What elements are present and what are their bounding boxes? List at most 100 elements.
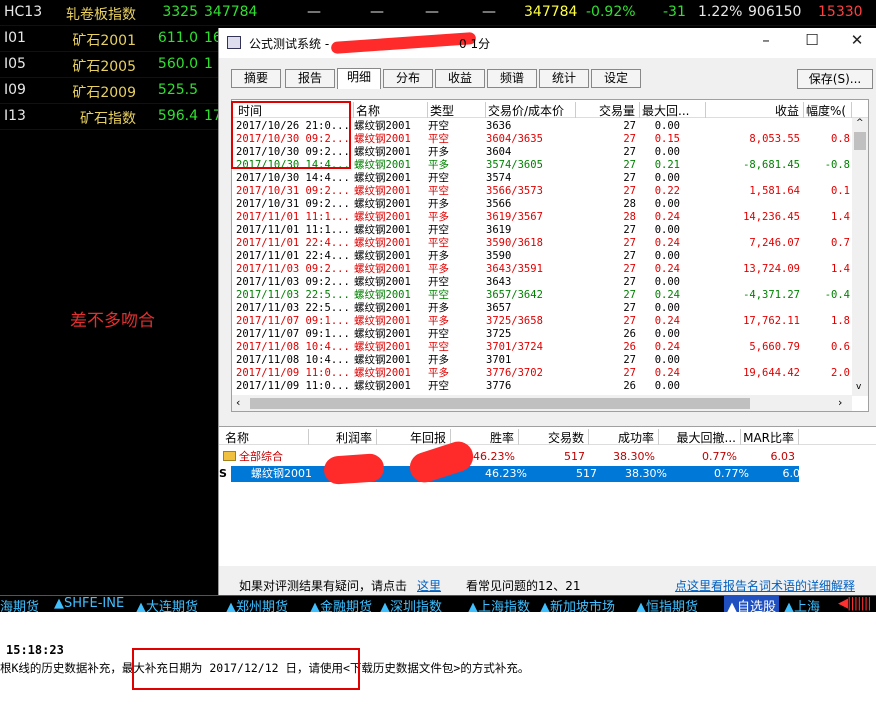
cell-r: 1,581.64 — [749, 185, 800, 197]
table-row[interactable]: 2017/11/08 10:4... 螺纹钢2001 开多 3701 27 0.00 — [232, 354, 868, 367]
cell-q: 27 — [623, 159, 636, 171]
scroll-left-icon[interactable]: ‹ — [236, 396, 240, 409]
cell-n: 螺纹钢2001 — [354, 380, 411, 392]
tab-2[interactable]: 明细 — [337, 68, 381, 89]
ticker-cell: — — [425, 4, 439, 20]
faq-text: 看常见问题的12、21 — [466, 579, 581, 593]
cell-p: 3566/3573 — [486, 185, 543, 197]
cell-t: 2017/10/30 14:4... — [236, 172, 350, 184]
tab-4[interactable]: 收益 — [435, 69, 485, 88]
table-row[interactable]: 2017/11/01 11:1... 螺纹钢2001 开空 3619 27 0.00 — [232, 224, 868, 237]
detail-col-header[interactable]: 最大回... — [640, 102, 706, 118]
scroll-right-icon[interactable]: › — [838, 396, 842, 409]
cell-q: 26 — [623, 341, 636, 353]
redaction-mark — [330, 31, 477, 55]
title-bar[interactable]: 公式测试系统 - 0 1分 – ☐ ✕ — [219, 28, 876, 58]
cell-k: 开多 — [428, 198, 449, 210]
cell-k: 平空 — [428, 185, 449, 197]
table-row[interactable]: 2017/10/31 09:2... 螺纹钢2001 平空 3566/3573 27 0.… — [232, 185, 868, 198]
table-row[interactable]: 2017/11/01 22:4... 螺纹钢2001 开多 3590 27 0.00 — [232, 250, 868, 263]
ticker-cell: 906150 — [748, 4, 802, 20]
summary-col-header[interactable]: 交易数 — [519, 429, 589, 445]
cell-n: 螺纹钢2001 — [354, 237, 411, 249]
cell-q: 27 — [623, 185, 636, 197]
cell-f: 0.1 — [831, 185, 850, 197]
summary-col-header[interactable]: 利润率 — [309, 429, 377, 445]
close-icon[interactable]: ✕ — [842, 31, 872, 53]
table-row[interactable]: 2017/11/09 11:0... 螺纹钢2001 开空 3776 26 0.00 — [232, 380, 868, 393]
summary-col-header[interactable]: 名称 — [223, 429, 309, 445]
cell-p: 3701/3724 — [486, 341, 543, 353]
table-row[interactable]: 2017/11/03 22:5... 螺纹钢2001 平空 3657/3642 27 0.… — [232, 289, 868, 302]
ticker-cell: 1.22% — [698, 4, 743, 20]
more-icon[interactable]: ◀||||||| — [838, 596, 872, 611]
summary-col-header[interactable]: 最大回撤... — [659, 429, 741, 445]
table-row[interactable]: 2017/11/03 09:2... 螺纹钢2001 平多 3643/3591 27 0.… — [232, 263, 868, 276]
tab-6[interactable]: 统计 — [539, 69, 589, 88]
table-row[interactable]: 2017/11/03 22:5... 螺纹钢2001 开多 3657 27 0.00 — [232, 302, 868, 315]
scroll-up-icon[interactable]: ^ — [856, 118, 864, 128]
cell-q: 28 — [623, 211, 636, 223]
cell-q: 26 — [623, 328, 636, 340]
summary-col-header[interactable]: 成功率 — [589, 429, 659, 445]
table-row[interactable]: 2017/11/07 09:1... 螺纹钢2001 平多 3725/3658 27 0.… — [232, 315, 868, 328]
table-row[interactable]: 2017/11/09 11:0... 螺纹钢2001 平多 3776/3702 27 0.… — [232, 367, 868, 380]
cell-k: 平空 — [428, 341, 449, 353]
minimize-icon[interactable]: – — [751, 31, 781, 53]
table-row[interactable]: 2017/10/31 09:2... 螺纹钢2001 开多 3566 28 0.00 — [232, 198, 868, 211]
table-row[interactable]: 2017/11/07 09:1... 螺纹钢2001 开空 3725 26 0.00 — [232, 328, 868, 341]
market-tab[interactable]: ▲SHFE-INE — [54, 596, 124, 611]
ticker-cell: 347784 — [524, 4, 578, 20]
cell-t: 2017/11/01 22:4... — [236, 250, 350, 262]
cell-t: 2017/11/09 11:0... — [236, 380, 350, 392]
detail-col-header[interactable]: 交易量 — [576, 102, 640, 118]
tab-0[interactable]: 摘要 — [231, 69, 281, 88]
cell-k: 平空 — [428, 237, 449, 249]
ticker-row[interactable]: HC13 轧卷板指数 3325 347784 — — — — 347784 -0.92% -31 1.… — [0, 0, 876, 26]
cell-k: 开空 — [428, 172, 449, 184]
detail-col-header[interactable]: 收益 — [706, 102, 804, 118]
cell-q: 27 — [623, 289, 636, 301]
summary-col-header[interactable]: 年回报 — [377, 429, 451, 445]
cell-f: 2.0 — [831, 367, 850, 379]
cell-p: 3657/3642 — [486, 289, 543, 301]
table-row[interactable]: 2017/11/03 09:2... 螺纹钢2001 开空 3643 27 0.00 — [232, 276, 868, 289]
vertical-scrollbar[interactable]: ^ v — [852, 118, 868, 396]
maximize-icon[interactable]: ☐ — [797, 31, 827, 53]
save-button[interactable]: 保存(S)... — [797, 69, 873, 89]
scroll-down-icon[interactable]: v — [856, 382, 861, 392]
cell-t: 2017/11/08 10:4... — [236, 341, 350, 353]
tab-3[interactable]: 分布 — [383, 69, 433, 88]
cell-m: 0.24 — [654, 315, 680, 327]
tab-1[interactable]: 报告 — [285, 69, 335, 88]
tab-5[interactable]: 频谱 — [487, 69, 537, 88]
table-row[interactable]: 2017/11/01 22:4... 螺纹钢2001 平空 3590/3618 27 0.… — [232, 237, 868, 250]
tab-7[interactable]: 设定 — [591, 69, 641, 88]
ticker-code: I09 — [4, 82, 26, 98]
cell-m: 0.22 — [654, 185, 680, 197]
table-row[interactable]: 2017/10/30 14:4... 螺纹钢2001 开空 3574 27 0.00 — [232, 172, 868, 185]
detail-col-header[interactable]: 幅度%( — [804, 102, 852, 118]
ticker-name: 矿石2001 — [72, 33, 136, 49]
summary-row[interactable]: 全部综合 46.23% 517 38.30% 0.77% 6.03 — [219, 449, 799, 465]
redaction-mark — [323, 452, 385, 486]
summary-list[interactable]: 名称 利润率 年回报 胜率 交易数 成功率 最大回撤... MAR比率 全部综合 46.23% 5… — [219, 426, 876, 566]
cell-q: 27 — [623, 224, 636, 236]
cell-k: 开多 — [428, 354, 449, 366]
summary-col-header[interactable]: MAR比率 — [741, 429, 799, 445]
summary-row[interactable]: S 螺纹钢2001 46.23% 517 38.30% 0.77% 6.03 — [219, 466, 807, 482]
window-title: 公式测试系统 - — [249, 37, 330, 51]
detail-col-header[interactable]: 名称 — [354, 102, 428, 118]
detail-col-header[interactable]: 类型 — [428, 102, 486, 118]
cell-t: 2017/11/01 11:1... — [236, 211, 350, 223]
glossary-link[interactable]: 点这里看报告名词术语的详细解释 — [675, 577, 855, 594]
cell-p: 3604/3635 — [486, 133, 543, 145]
cell-p: 3590/3618 — [486, 237, 543, 249]
cell-p: 3701 — [486, 354, 512, 366]
table-row[interactable]: 2017/11/08 10:4... 螺纹钢2001 平空 3701/3724 26 0.… — [232, 341, 868, 354]
here-link[interactable]: 这里 — [417, 577, 441, 594]
detail-col-header[interactable]: 交易价/成本价 — [486, 102, 576, 118]
horizontal-scrollbar[interactable]: ‹ › — [232, 395, 852, 411]
cell-k: 开空 — [428, 276, 449, 288]
table-row[interactable]: 2017/11/01 11:1... 螺纹钢2001 平多 3619/3567 28 0.… — [232, 211, 868, 224]
